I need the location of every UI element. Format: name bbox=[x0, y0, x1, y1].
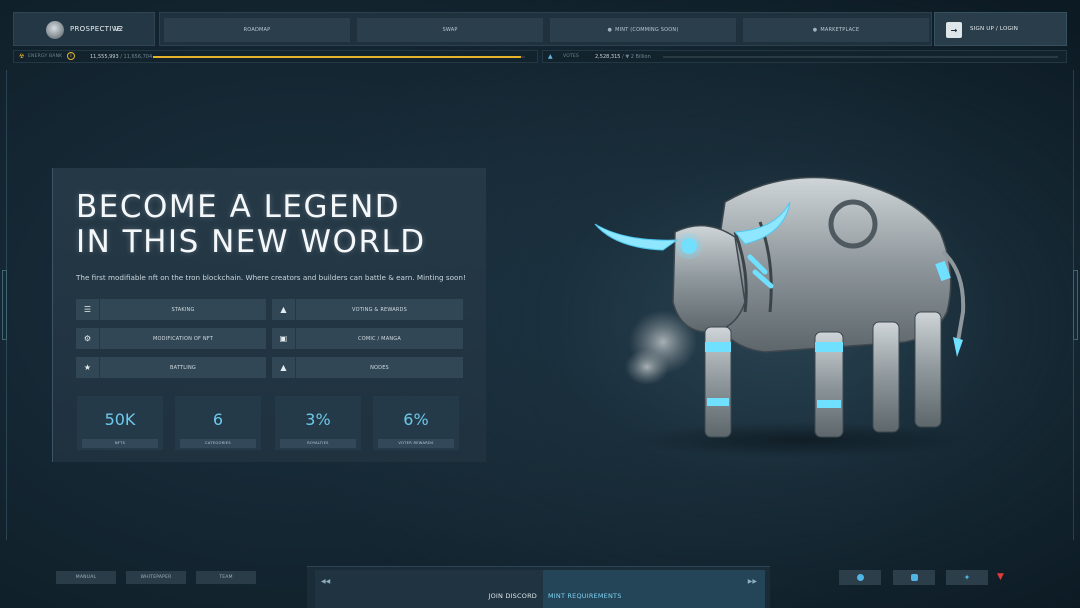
brand-logo[interactable]: PROSPECTIVE V2 bbox=[13, 12, 155, 46]
feature-comic-manga[interactable]: ▣ COMIC / MANGA bbox=[272, 328, 463, 349]
lock-icon: ● bbox=[812, 27, 818, 33]
nav-marketplace-label: MARKETPLACE bbox=[820, 27, 860, 33]
nav-swap-label: SWAP bbox=[442, 27, 458, 33]
bottom-action-bar: ◀◀ JOIN DISCORD ▶▶ MINT REQUIREMENTS bbox=[307, 566, 770, 608]
stat-value: 6 bbox=[212, 410, 224, 429]
stat-value: 3% bbox=[305, 410, 331, 429]
energy-bank-value: 11,555,993 / 11,656,704 bbox=[90, 54, 152, 60]
rewind-icon: ◀◀ bbox=[321, 578, 331, 585]
info-icon[interactable]: i bbox=[67, 52, 75, 60]
discord-icon bbox=[856, 574, 864, 581]
login-icon: → bbox=[946, 22, 962, 38]
stat-voter-rewards: 6% VOTER REWARDS bbox=[373, 396, 459, 450]
trophy-icon: ★ bbox=[76, 357, 100, 378]
feature-battling[interactable]: ★ BATTLING bbox=[76, 357, 266, 378]
gear-icon: ⚙ bbox=[76, 328, 100, 349]
team-button[interactable]: TEAM bbox=[196, 571, 256, 584]
whitepaper-label: WHITEPAPER bbox=[140, 575, 172, 580]
join-discord-button[interactable]: ◀◀ JOIN DISCORD bbox=[315, 570, 543, 608]
feature-label: NODES bbox=[370, 364, 389, 371]
manual-label: MANUAL bbox=[75, 575, 97, 580]
votes-max: 2 Billion bbox=[630, 54, 651, 60]
stat-label: NFTS bbox=[82, 439, 158, 448]
hero-subtitle: The first modifiable nft on the tron blo… bbox=[76, 273, 466, 282]
nav-marketplace[interactable]: ● MARKETPLACE bbox=[743, 18, 929, 42]
left-side-tab bbox=[2, 270, 7, 340]
instagram-link[interactable] bbox=[893, 570, 935, 585]
feature-label: STAKING bbox=[171, 306, 195, 313]
hero-title-line2: IN THIS NEW WORLD bbox=[76, 224, 426, 260]
feature-modification[interactable]: ⚙ MODIFICATION OF NFT bbox=[76, 328, 266, 349]
thumbs-up-icon: ▲ bbox=[548, 53, 553, 60]
energy-max: 11,656,704 bbox=[123, 54, 153, 60]
feature-label: VOTING & REWARDS bbox=[352, 306, 407, 313]
energy-progress-track bbox=[153, 56, 525, 58]
feature-nodes[interactable]: ▲ NODES bbox=[272, 357, 463, 378]
thumbs-up-icon: ▲ bbox=[272, 299, 296, 320]
nav-menu: ROADMAP SWAP ● MINT (COMMING SOON) ● MAR… bbox=[159, 12, 932, 46]
fast-forward-icon: ▶▶ bbox=[747, 578, 757, 585]
hero-panel: BECOME A LEGEND IN THIS NEW WORLD The fi… bbox=[52, 168, 486, 462]
whitepaper-button[interactable]: WHITEPAPER bbox=[126, 571, 186, 584]
votes-bar: ▲ VOTES 2,528,315 / ▼ 2 Billion bbox=[542, 50, 1067, 63]
robot-bull-illustration bbox=[594, 176, 970, 458]
tron-icon[interactable]: ▼ bbox=[997, 572, 1004, 582]
coins-icon: ☰ bbox=[76, 299, 100, 320]
right-side-tab bbox=[1073, 270, 1078, 340]
feature-voting-rewards[interactable]: ▲ VOTING & REWARDS bbox=[272, 299, 463, 320]
votes-current: 2,528,315 bbox=[595, 54, 621, 60]
twitter-link[interactable]: ✦ bbox=[946, 570, 988, 585]
energy-progress-fill bbox=[153, 56, 522, 58]
flame-icon: ▲ bbox=[272, 357, 296, 378]
energy-current: 11,555,993 bbox=[90, 54, 119, 60]
nav-mint-label: MINT (COMMING SOON) bbox=[615, 27, 679, 33]
manual-button[interactable]: MANUAL bbox=[56, 571, 116, 584]
bull-logo-icon bbox=[46, 21, 64, 39]
top-navigation: PROSPECTIVE V2 ROADMAP SWAP ● MINT (COMM… bbox=[13, 12, 1067, 46]
stat-categories: 6 CATEGORIES bbox=[175, 396, 261, 450]
instagram-icon bbox=[910, 574, 918, 581]
nav-roadmap[interactable]: ROADMAP bbox=[164, 18, 350, 42]
stat-nfts: 50K NFTS bbox=[77, 396, 163, 450]
stat-value: 6% bbox=[403, 410, 429, 429]
stat-label: ROYALTIES bbox=[280, 439, 356, 448]
nav-mint[interactable]: ● MINT (COMMING SOON) bbox=[550, 18, 736, 42]
votes-progress-track bbox=[663, 56, 1058, 58]
energy-bank-bar: ☢ ENERGY BANK i 11,555,993 / 11,656,704 bbox=[13, 50, 538, 63]
feature-label: MODIFICATION OF NFT bbox=[152, 335, 214, 342]
mint-requirements-label: MINT REQUIREMENTS bbox=[548, 592, 622, 600]
nav-swap[interactable]: SWAP bbox=[357, 18, 543, 42]
votes-value: 2,528,315 / ▼ 2 Billion bbox=[595, 54, 651, 60]
discord-link[interactable] bbox=[839, 570, 881, 585]
energy-bank-label: ENERGY BANK bbox=[28, 54, 63, 59]
nav-roadmap-label: ROADMAP bbox=[243, 27, 271, 33]
team-label: TEAM bbox=[219, 575, 233, 580]
votes-label: VOTES bbox=[563, 54, 579, 59]
hero-title-line1: BECOME A LEGEND bbox=[76, 189, 401, 225]
feature-label: BATTLING bbox=[170, 364, 196, 371]
join-discord-label: JOIN DISCORD bbox=[488, 592, 537, 600]
stat-label: VOTER REWARDS bbox=[378, 439, 454, 448]
signup-login-label: SIGN UP / LOGIN bbox=[970, 26, 1019, 32]
feature-label: COMIC / MANGA bbox=[358, 335, 401, 342]
brand-version: V2 bbox=[114, 25, 124, 33]
feature-staking[interactable]: ☰ STAKING bbox=[76, 299, 266, 320]
radiation-icon: ☢ bbox=[19, 53, 25, 60]
stat-label: CATEGORIES bbox=[180, 439, 256, 448]
signup-login-button[interactable]: → SIGN UP / LOGIN bbox=[934, 12, 1067, 46]
stat-royalties: 3% ROYALTIES bbox=[275, 396, 361, 450]
twitter-icon: ✦ bbox=[963, 573, 971, 582]
mint-requirements-button[interactable]: ▶▶ MINT REQUIREMENTS bbox=[543, 570, 765, 608]
hero-title: BECOME A LEGEND IN THIS NEW WORLD bbox=[76, 190, 426, 260]
lock-icon: ● bbox=[607, 27, 613, 33]
book-icon: ▣ bbox=[272, 328, 296, 349]
stat-value: 50K bbox=[104, 410, 136, 429]
